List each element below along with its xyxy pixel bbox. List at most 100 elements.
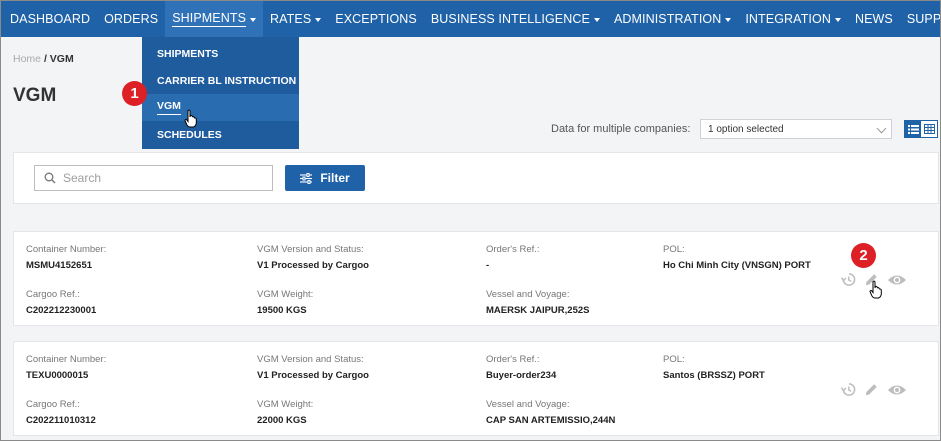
chevron-down-icon [876,123,887,134]
field-label: VGM Weight: [257,399,314,410]
field-label: VGM Weight: [257,289,314,300]
nav-orders[interactable]: ORDERS [97,1,165,37]
vgm-record-card: Container Number: MSMU4152651 VGM Versio… [13,231,939,326]
field-orders-ref: Order's Ref.: - [486,244,540,271]
eye-icon [888,385,906,394]
menu-item-label: SCHEDULES [157,128,222,141]
field-value: 19500 KGS [257,305,307,316]
nav-label: ADMINISTRATION [613,12,722,26]
nav-label: BUSINESS INTELLIGENCE [430,12,590,26]
field-label: Container Number: [26,244,107,255]
nav-administration[interactable]: ADMINISTRATION [607,1,738,37]
edit-button[interactable] [864,382,879,397]
nav-exceptions[interactable]: EXCEPTIONS [328,1,424,37]
sliders-icon [300,172,313,184]
field-vessel-voyage: Vessel and Voyage: CAP SAN ARTEMISSIO,24… [486,399,615,426]
field-cargoo-ref: Cargoo Ref.: C202212230001 [26,289,96,316]
history-button[interactable] [841,272,856,287]
field-vgm-weight: VGM Weight: 22000 KGS [257,399,313,426]
search-panel: Filter [13,152,939,204]
caret-down-icon [593,17,600,22]
breadcrumb-current: VGM [49,53,74,65]
nav-dashboard[interactable]: DASHBOARD [3,1,97,37]
app-window: DASHBOARD ORDERS SHIPMENTS RATES EXCEPTI… [0,0,941,441]
field-value: CAP SAN ARTEMISSIO,244N [486,415,616,426]
caret-down-icon [834,17,841,22]
history-icon [841,273,856,286]
nav-rates[interactable]: RATES [263,1,328,37]
field-vgm-weight: VGM Weight: 19500 KGS [257,289,313,316]
field-label: Order's Ref.: [486,354,540,365]
filter-button[interactable]: Filter [285,165,365,191]
field-vgm-status: VGM Version and Status: V1 Processed by … [257,354,369,381]
field-label: Order's Ref.: [486,244,540,255]
grid-view-button[interactable] [921,121,937,137]
field-label: Vessel and Voyage: [486,289,570,300]
nav-support-center[interactable]: SUPPORT CENTER [900,1,941,37]
breadcrumb-home-link[interactable]: Home [13,53,41,65]
company-filter-label: Data for multiple companies: [551,123,691,135]
field-pol: POL: Santos (BRSSZ) PORT [663,354,765,381]
field-value: MSMU4152651 [26,260,93,271]
nav-label: DASHBOARD [10,12,91,26]
vgm-record-card: Container Number: TEXU0000015 VGM Versio… [13,341,939,436]
menu-item-label: VGM [157,100,181,115]
field-pol: POL: Ho Chi Minh City (VNSGN) PORT [663,244,811,271]
nav-integration[interactable]: INTEGRATION [738,1,848,37]
step-marker-2: 2 [851,243,876,268]
field-value: Buyer-order234 [486,370,557,381]
hand-pointer-icon [184,109,197,128]
view-button[interactable] [887,273,907,287]
menu-item-shipments[interactable]: SHIPMENTS [142,40,299,67]
nav-label: SUPPORT CENTER [906,12,941,26]
shipments-dropdown-menu: SHIPMENTS CARRIER BL INSTRUCTION VGM SCH… [142,37,299,149]
hand-pointer-icon [869,280,882,299]
nav-label: SHIPMENTS [172,11,247,27]
field-cargoo-ref: Cargoo Ref.: C202211010312 [26,399,96,426]
field-value: C202211010312 [26,415,96,426]
field-value: Ho Chi Minh City (VNSGN) PORT [663,260,811,271]
field-value: - [486,260,490,271]
menu-item-vgm[interactable]: VGM [142,94,299,121]
menu-item-label: SHIPMENTS [157,47,219,60]
field-value: Santos (BRSSZ) PORT [663,370,765,381]
view-toggle [904,120,938,138]
row-actions [841,382,915,397]
field-label: VGM Version and Status: [257,354,364,365]
menu-item-carrier-bl-instruction[interactable]: CARRIER BL INSTRUCTION [142,67,299,94]
nav-business-intelligence[interactable]: BUSINESS INTELLIGENCE [424,1,607,37]
field-value: TEXU0000015 [26,370,89,381]
field-container-number: Container Number: TEXU0000015 [26,354,106,381]
caret-down-icon [250,17,257,22]
page-title: VGM [13,85,57,106]
caret-down-icon [315,17,322,22]
view-button[interactable] [887,383,907,397]
company-select[interactable]: 1 option selected [700,119,892,139]
history-button[interactable] [841,382,856,397]
step-marker-1: 1 [122,81,147,106]
field-label: Vessel and Voyage: [486,399,570,410]
pencil-icon [865,384,877,396]
nav-shipments[interactable]: SHIPMENTS [165,1,264,37]
field-container-number: Container Number: MSMU4152651 [26,244,106,271]
nav-label: EXCEPTIONS [335,12,417,26]
caret-down-icon [725,17,732,22]
menu-item-schedules[interactable]: SCHEDULES [142,121,299,148]
nav-news[interactable]: NEWS [848,1,900,37]
list-view-button[interactable] [905,121,921,137]
menu-item-label: CARRIER BL INSTRUCTION [157,74,297,87]
field-value: V1 Processed by Cargoo [257,370,369,381]
filter-button-label: Filter [320,171,350,185]
history-icon [841,383,856,396]
search-input[interactable] [63,171,253,185]
field-vessel-voyage: Vessel and Voyage: MAERSK JAIPUR,252S [486,289,589,316]
breadcrumb-separator: / [43,53,47,65]
field-value: MAERSK JAIPUR,252S [486,305,590,316]
grid-view-icon [923,124,935,134]
field-label: Container Number: [26,354,107,365]
company-select-value: 1 option selected [708,123,784,135]
search-box[interactable] [34,165,273,191]
nav-label: NEWS [854,12,893,26]
field-label: POL: [663,244,685,255]
main-navbar: DASHBOARD ORDERS SHIPMENTS RATES EXCEPTI… [1,1,941,37]
